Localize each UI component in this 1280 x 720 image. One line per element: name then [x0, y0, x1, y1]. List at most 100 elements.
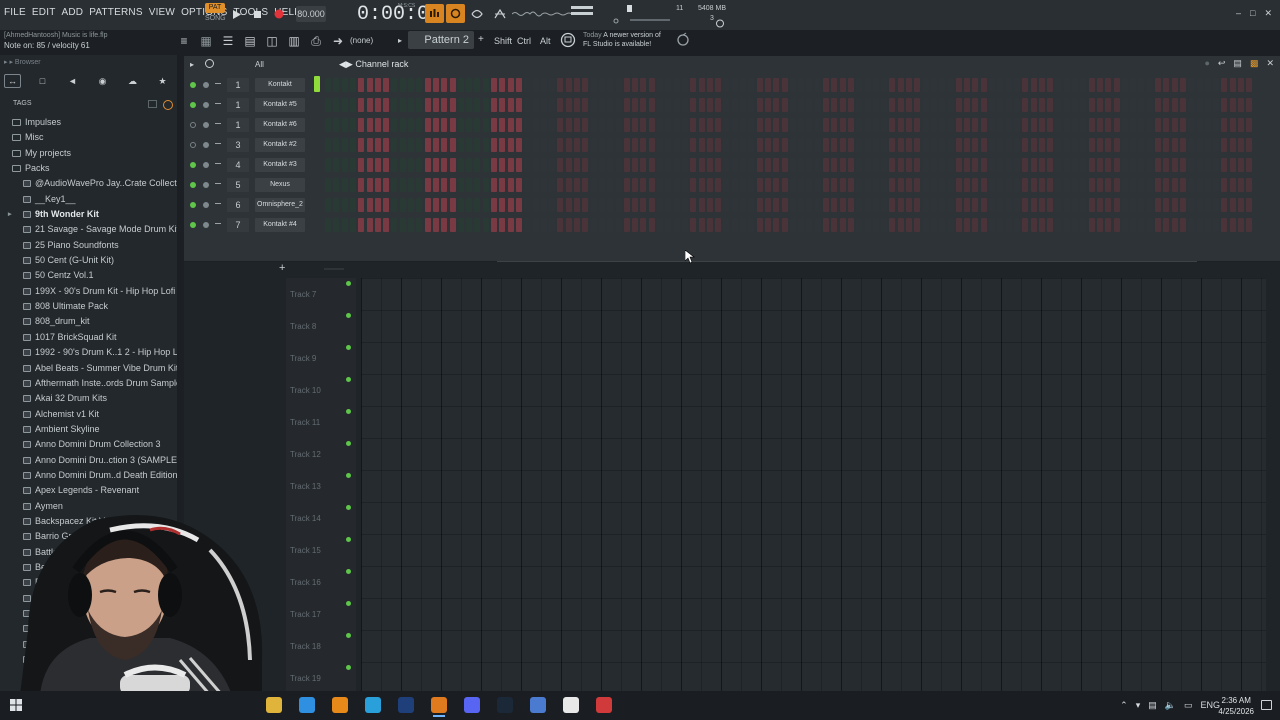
channel-volume-knob[interactable]	[215, 83, 221, 87]
step-button[interactable]	[847, 98, 854, 112]
step-button[interactable]	[764, 178, 771, 192]
step-button[interactable]	[781, 138, 788, 152]
step-button[interactable]	[1088, 118, 1095, 132]
step-button[interactable]	[1229, 138, 1236, 152]
step-button[interactable]	[482, 98, 489, 112]
step-button[interactable]	[764, 98, 771, 112]
step-button[interactable]	[864, 118, 871, 132]
step-button[interactable]	[731, 158, 738, 172]
step-button[interactable]	[806, 198, 813, 212]
step-button[interactable]	[756, 78, 763, 92]
step-button[interactable]	[1072, 78, 1078, 92]
step-button[interactable]	[1080, 218, 1087, 232]
step-button[interactable]	[557, 158, 564, 172]
snap-icon[interactable]: ▦	[198, 33, 214, 49]
step-button[interactable]	[1121, 218, 1128, 232]
step-button[interactable]	[748, 118, 755, 132]
track-mute-led[interactable]	[346, 409, 351, 414]
step-button[interactable]	[889, 158, 896, 172]
step-button[interactable]	[632, 138, 639, 152]
step-button[interactable]	[615, 98, 622, 112]
step-button[interactable]	[715, 118, 722, 132]
browser-pack-item[interactable]: Akai 32 Drum Kits	[0, 391, 178, 406]
step-button[interactable]	[706, 178, 713, 192]
channel-mixer-track[interactable]: 4	[227, 158, 249, 172]
step-button[interactable]	[1063, 78, 1070, 92]
channel-name-button[interactable]: Kontakt	[255, 78, 305, 92]
step-button[interactable]	[681, 118, 688, 132]
step-button[interactable]	[499, 178, 506, 192]
step-button[interactable]	[374, 118, 381, 132]
step-button[interactable]	[1022, 198, 1029, 212]
step-button[interactable]	[690, 198, 697, 212]
step-button[interactable]	[366, 138, 373, 152]
plugin-picker-icon[interactable]: ⎙	[308, 33, 324, 49]
step-button[interactable]	[1038, 198, 1045, 212]
step-button[interactable]	[872, 118, 879, 132]
step-button[interactable]	[341, 218, 348, 232]
step-button[interactable]	[432, 118, 439, 132]
step-button[interactable]	[515, 98, 522, 112]
step-button[interactable]	[1188, 178, 1195, 192]
step-button[interactable]	[980, 78, 987, 92]
shift-key[interactable]: Shift	[494, 36, 512, 46]
step-button[interactable]	[1088, 138, 1095, 152]
step-button[interactable]	[549, 178, 556, 192]
track-mute-led[interactable]	[346, 281, 351, 286]
browser-pack-item[interactable]: 50 Cent (G-Unit Kit)	[0, 253, 178, 268]
step-button[interactable]	[881, 98, 888, 112]
step-button[interactable]	[632, 198, 639, 212]
step-button[interactable]	[648, 78, 655, 92]
channel-select-indicator[interactable]	[314, 96, 320, 112]
step-button[interactable]	[831, 98, 838, 112]
step-button[interactable]	[980, 138, 987, 152]
step-button[interactable]	[532, 138, 539, 152]
step-button[interactable]	[391, 198, 398, 212]
step-button[interactable]	[482, 118, 489, 132]
step-button[interactable]	[383, 178, 390, 192]
step-button[interactable]	[690, 78, 697, 92]
play-icon[interactable]	[230, 7, 244, 21]
step-button[interactable]	[906, 218, 912, 232]
step-button[interactable]	[906, 138, 912, 152]
step-button[interactable]	[341, 78, 348, 92]
step-button[interactable]	[1138, 78, 1145, 92]
step-button[interactable]	[1179, 118, 1186, 132]
step-button[interactable]	[798, 158, 805, 172]
playlist-track[interactable]: Track 8	[286, 310, 356, 342]
step-button[interactable]	[798, 218, 805, 232]
step-button[interactable]	[922, 178, 929, 192]
step-button[interactable]	[432, 178, 439, 192]
step-button[interactable]	[1030, 178, 1037, 192]
step-button[interactable]	[681, 178, 688, 192]
step-button[interactable]	[358, 198, 365, 212]
step-button[interactable]	[366, 98, 373, 112]
playlist-track[interactable]: Track 17	[286, 598, 356, 630]
step-button[interactable]	[947, 158, 954, 172]
step-button[interactable]	[491, 198, 497, 212]
step-button[interactable]	[383, 218, 390, 232]
alt-key[interactable]: Alt	[540, 36, 551, 46]
channel-select-indicator[interactable]	[314, 116, 320, 132]
channel-volume-knob[interactable]	[215, 103, 221, 107]
step-button[interactable]	[1146, 178, 1153, 192]
step-button[interactable]	[1229, 118, 1236, 132]
step-button[interactable]	[499, 118, 506, 132]
taskbar-clock[interactable]: 2:36 AM 4/25/2026	[1218, 695, 1254, 717]
step-button[interactable]	[341, 158, 348, 172]
step-button[interactable]	[872, 198, 879, 212]
step-button[interactable]	[839, 198, 846, 212]
step-button[interactable]	[623, 218, 630, 232]
step-button[interactable]	[540, 138, 547, 152]
step-button[interactable]	[673, 98, 680, 112]
step-button[interactable]	[524, 118, 531, 132]
step-button[interactable]	[466, 118, 473, 132]
piano-roll-icon[interactable]: ◫	[264, 33, 280, 49]
step-button[interactable]	[408, 98, 414, 112]
step-button[interactable]	[1055, 218, 1062, 232]
step-button[interactable]	[399, 178, 406, 192]
step-button[interactable]	[964, 158, 971, 172]
channel-pan-knob[interactable]	[203, 202, 209, 208]
step-button[interactable]	[657, 218, 663, 232]
tags-folder-icon[interactable]	[148, 100, 157, 108]
